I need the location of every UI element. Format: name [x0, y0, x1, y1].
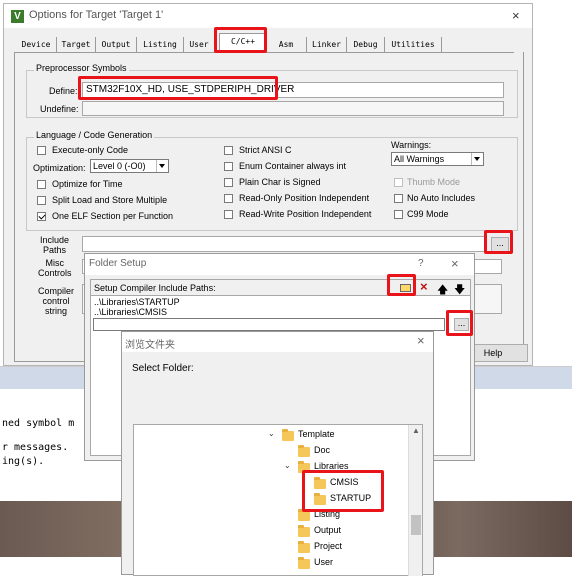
- tree-scrollbar[interactable]: ▲: [408, 425, 422, 576]
- chevron-down-icon[interactable]: ⌄: [284, 461, 291, 470]
- folder-icon: [298, 541, 310, 553]
- tab-output[interactable]: Output: [96, 37, 137, 52]
- delete-icon[interactable]: ×: [420, 279, 428, 294]
- browse-folder-title: 浏览文件夹: [125, 340, 175, 351]
- folder-setup-title: Folder Setup: [89, 258, 147, 269]
- c99-mode-label: C99 Mode: [407, 209, 449, 219]
- folder-icon: [298, 509, 310, 521]
- tree-item-template[interactable]: Template: [298, 429, 335, 439]
- optimize-time-checkbox[interactable]: [37, 180, 46, 189]
- browse-folder-dialog: 浏览文件夹 × Select Folder: ▲ ⌄ Template Doc …: [121, 331, 434, 576]
- list-item[interactable]: ..\Libraries\STARTUP: [94, 297, 180, 307]
- folder-setup-title-bar: Folder Setup ? ×: [85, 254, 474, 275]
- include-paths-field[interactable]: [82, 236, 486, 252]
- output-line: ned symbol m: [2, 418, 75, 429]
- language-group-title: Language / Code Generation: [34, 130, 155, 140]
- browse-folder-title-bar: 浏览文件夹 ×: [122, 332, 433, 352]
- thumb-mode-label: Thumb Mode: [407, 177, 461, 187]
- rw-pos-checkbox[interactable]: [224, 210, 233, 219]
- options-title: Options for Target 'Target 1': [29, 9, 164, 21]
- list-item[interactable]: ..\Libraries\CMSIS: [94, 307, 167, 317]
- tab-device[interactable]: Device: [16, 37, 57, 52]
- execute-only-checkbox[interactable]: [37, 146, 46, 155]
- tree-item-user[interactable]: User: [314, 557, 333, 567]
- preprocessor-group-title: Preprocessor Symbols: [34, 63, 129, 73]
- ro-pos-checkbox[interactable]: [224, 194, 233, 203]
- highlight-define-value: [78, 76, 278, 100]
- help-icon[interactable]: ?: [418, 258, 424, 269]
- folder-icon: [298, 557, 310, 569]
- include-paths-label: Include Paths: [40, 235, 70, 255]
- execute-only-label: Execute-only Code: [52, 145, 129, 155]
- ro-pos-label: Read-Only Position Independent: [239, 193, 370, 203]
- rw-pos-label: Read-Write Position Independent: [239, 209, 372, 219]
- close-icon[interactable]: ×: [512, 8, 520, 23]
- folder-icon: [298, 525, 310, 537]
- split-load-checkbox[interactable]: [37, 196, 46, 205]
- highlight-new-folder: [387, 274, 416, 296]
- select-folder-prompt: Select Folder:: [132, 363, 194, 374]
- enum-container-label: Enum Container always int: [239, 161, 347, 171]
- chevron-down-icon[interactable]: ⌄: [268, 429, 275, 438]
- compiler-control-label: Compiler control string: [38, 286, 75, 316]
- c99-mode-checkbox[interactable]: [394, 210, 403, 219]
- tree-item-project[interactable]: Project: [314, 541, 342, 551]
- scroll-up-icon[interactable]: ▲: [412, 426, 420, 435]
- one-elf-label: One ELF Section per Function: [52, 211, 174, 221]
- close-icon[interactable]: ×: [417, 333, 425, 348]
- undefine-label: Undefine:: [40, 104, 79, 114]
- tab-linker[interactable]: Linker: [307, 37, 347, 52]
- one-elf-checkbox[interactable]: [37, 212, 46, 221]
- undefine-field[interactable]: [82, 101, 504, 116]
- misc-controls-label: Misc Controls: [38, 258, 72, 278]
- tab-asm[interactable]: Asm: [266, 37, 307, 52]
- optimization-value: Level 0 (-O0): [93, 161, 146, 171]
- highlight-cmsis-startup: [302, 470, 384, 512]
- folder-icon: [298, 445, 310, 457]
- tab-listing[interactable]: Listing: [137, 37, 184, 52]
- optimization-select[interactable]: Level 0 (-O0): [90, 159, 169, 173]
- no-auto-includes-label: No Auto Includes: [407, 193, 476, 203]
- new-path-field[interactable]: [93, 318, 445, 331]
- highlight-path-browse: [446, 310, 473, 336]
- plain-char-label: Plain Char is Signed: [239, 177, 321, 187]
- warnings-value: All Warnings: [394, 154, 445, 164]
- options-title-bar: V Options for Target 'Target 1' ×: [4, 4, 532, 28]
- output-line: ing(s).: [2, 456, 45, 467]
- enum-container-checkbox[interactable]: [224, 162, 233, 171]
- chevron-down-icon: [471, 153, 483, 165]
- scrollbar-thumb[interactable]: [411, 515, 421, 535]
- highlight-include-browse: [484, 230, 513, 254]
- tree-item-output[interactable]: Output: [314, 525, 341, 535]
- close-icon[interactable]: ×: [451, 256, 459, 271]
- folder-icon: [282, 429, 294, 441]
- tab-target[interactable]: Target: [57, 37, 96, 52]
- tree-item-doc[interactable]: Doc: [314, 445, 330, 455]
- thumb-mode-checkbox[interactable]: [394, 178, 403, 187]
- split-load-label: Split Load and Store Multiple: [52, 195, 168, 205]
- define-label: Define:: [49, 86, 78, 96]
- plain-char-checkbox[interactable]: [224, 178, 233, 187]
- chevron-down-icon: [156, 160, 168, 172]
- tab-utilities[interactable]: Utilities: [385, 37, 442, 52]
- warnings-select[interactable]: All Warnings: [391, 152, 484, 166]
- folder-setup-heading: Setup Compiler Include Paths:: [94, 283, 216, 293]
- no-auto-includes-checkbox[interactable]: [394, 194, 403, 203]
- tab-user[interactable]: User: [184, 37, 215, 52]
- warnings-label: Warnings:: [391, 140, 432, 150]
- highlight-cpp-tab: [214, 27, 267, 53]
- strict-ansi-label: Strict ANSI C: [239, 145, 292, 155]
- optimization-label: Optimization:: [33, 163, 86, 173]
- strict-ansi-checkbox[interactable]: [224, 146, 233, 155]
- tab-debug[interactable]: Debug: [347, 37, 385, 52]
- output-line: r messages.: [2, 442, 69, 453]
- optimize-time-label: Optimize for Time: [52, 179, 123, 189]
- app-icon: V: [11, 10, 24, 23]
